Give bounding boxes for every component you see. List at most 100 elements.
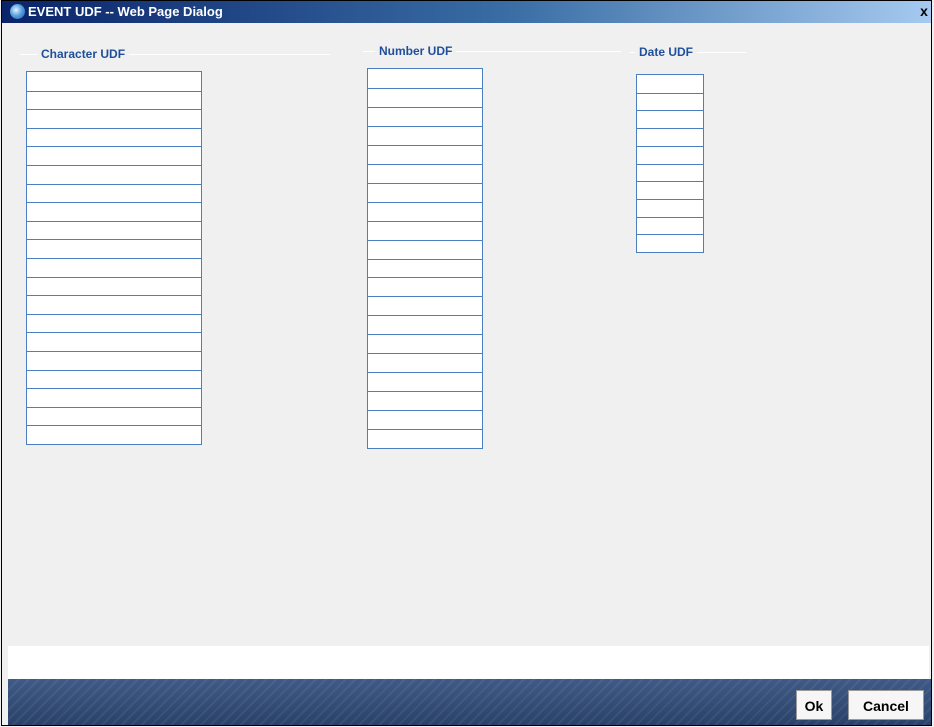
title-bar[interactable]: EVENT UDF -- Web Page Dialog x	[2, 1, 932, 23]
character-udf-field[interactable]	[27, 351, 201, 370]
number-udf-field-divider	[368, 183, 482, 184]
button-bar	[8, 679, 932, 725]
character-udf-field-divider	[27, 277, 201, 278]
number-udf-field[interactable]	[368, 334, 482, 353]
character-udf-field[interactable]	[27, 72, 201, 91]
character-udf-field[interactable]	[27, 91, 201, 110]
number-udf-field-divider	[368, 126, 482, 127]
character-udf-field[interactable]	[27, 165, 201, 184]
number-udf-field-divider	[368, 259, 482, 260]
number-udf-field[interactable]	[368, 240, 482, 259]
character-udf-field[interactable]	[27, 425, 201, 444]
date-udf-field[interactable]	[637, 199, 703, 217]
character-udf-field[interactable]	[27, 332, 201, 351]
number-udf-field[interactable]	[368, 296, 482, 315]
date-udf-title: Date UDF	[635, 45, 698, 59]
character-udf-field[interactable]	[27, 239, 201, 258]
character-udf-field[interactable]	[27, 295, 201, 314]
number-udf-field-divider	[368, 429, 482, 430]
character-udf-field[interactable]	[27, 184, 201, 203]
character-udf-field[interactable]	[27, 258, 201, 277]
date-udf-field-divider	[637, 199, 703, 200]
number-udf-field-divider	[368, 202, 482, 203]
character-udf-field[interactable]	[27, 128, 201, 147]
character-udf-fields	[26, 71, 202, 445]
number-udf-field-divider	[368, 296, 482, 297]
date-udf-field[interactable]	[637, 75, 703, 93]
date-udf-fields	[636, 74, 704, 253]
character-udf-field-divider	[27, 407, 201, 408]
window-title: EVENT UDF -- Web Page Dialog	[28, 4, 223, 19]
number-udf-field-divider	[368, 315, 482, 316]
ok-button[interactable]: Ok	[796, 690, 832, 720]
number-udf-field[interactable]	[368, 69, 482, 88]
character-udf-field[interactable]	[27, 388, 201, 407]
character-udf-field-divider	[27, 314, 201, 315]
character-udf-field[interactable]	[27, 221, 201, 240]
character-udf-field[interactable]	[27, 314, 201, 333]
number-udf-field[interactable]	[368, 429, 482, 448]
character-udf-field-divider	[27, 332, 201, 333]
number-udf-field-divider	[368, 240, 482, 241]
number-udf-field-divider	[368, 88, 482, 89]
close-icon[interactable]: x	[918, 3, 930, 19]
number-udf-field-divider	[368, 107, 482, 108]
character-udf-field-divider	[27, 184, 201, 185]
number-udf-field[interactable]	[368, 353, 482, 372]
date-udf-field[interactable]	[637, 146, 703, 164]
character-udf-field-divider	[27, 91, 201, 92]
date-udf-field[interactable]	[637, 128, 703, 146]
number-udf-field[interactable]	[368, 391, 482, 410]
date-udf-field[interactable]	[637, 217, 703, 235]
number-udf-field-divider	[368, 410, 482, 411]
number-udf-field[interactable]	[368, 88, 482, 107]
date-udf-field[interactable]	[637, 93, 703, 111]
number-udf-field[interactable]	[368, 372, 482, 391]
character-udf-field[interactable]	[27, 146, 201, 165]
character-udf-field-divider	[27, 165, 201, 166]
date-udf-field[interactable]	[637, 234, 703, 252]
character-udf-field-divider	[27, 258, 201, 259]
character-udf-field-divider	[27, 295, 201, 296]
character-udf-field[interactable]	[27, 277, 201, 296]
number-udf-field[interactable]	[368, 145, 482, 164]
number-udf-field[interactable]	[368, 277, 482, 296]
character-udf-field-divider	[27, 202, 201, 203]
date-udf-field-divider	[637, 164, 703, 165]
number-udf-field[interactable]	[368, 202, 482, 221]
date-udf-field[interactable]	[637, 181, 703, 199]
character-udf-field[interactable]	[27, 370, 201, 389]
ie-icon	[10, 4, 25, 19]
date-udf-field[interactable]	[637, 110, 703, 128]
character-udf-field-divider	[27, 109, 201, 110]
number-udf-field-divider	[368, 353, 482, 354]
date-udf-field-divider	[637, 234, 703, 235]
number-udf-field-divider	[368, 334, 482, 335]
date-udf-field[interactable]	[637, 164, 703, 182]
dialog-window: EVENT UDF -- Web Page Dialog x Character…	[0, 0, 934, 727]
number-udf-field-divider	[368, 372, 482, 373]
character-udf-field-divider	[27, 425, 201, 426]
date-udf-field-divider	[637, 217, 703, 218]
number-udf-field[interactable]	[368, 221, 482, 240]
number-udf-fields	[367, 68, 483, 449]
number-udf-field[interactable]	[368, 410, 482, 429]
character-udf-field-divider	[27, 388, 201, 389]
date-udf-field-divider	[637, 128, 703, 129]
status-area	[8, 646, 929, 679]
character-udf-field-divider	[27, 128, 201, 129]
number-udf-field[interactable]	[368, 315, 482, 334]
date-udf-field-divider	[637, 146, 703, 147]
character-udf-field[interactable]	[27, 202, 201, 221]
character-udf-field-divider	[27, 370, 201, 371]
character-udf-field[interactable]	[27, 109, 201, 128]
character-udf-field[interactable]	[27, 407, 201, 426]
number-udf-field[interactable]	[368, 107, 482, 126]
character-udf-title: Character UDF	[37, 47, 130, 61]
number-udf-field[interactable]	[368, 126, 482, 145]
number-udf-field[interactable]	[368, 259, 482, 278]
character-udf-field-divider	[27, 146, 201, 147]
cancel-button[interactable]: Cancel	[848, 690, 924, 720]
number-udf-field[interactable]	[368, 164, 482, 183]
number-udf-field[interactable]	[368, 183, 482, 202]
